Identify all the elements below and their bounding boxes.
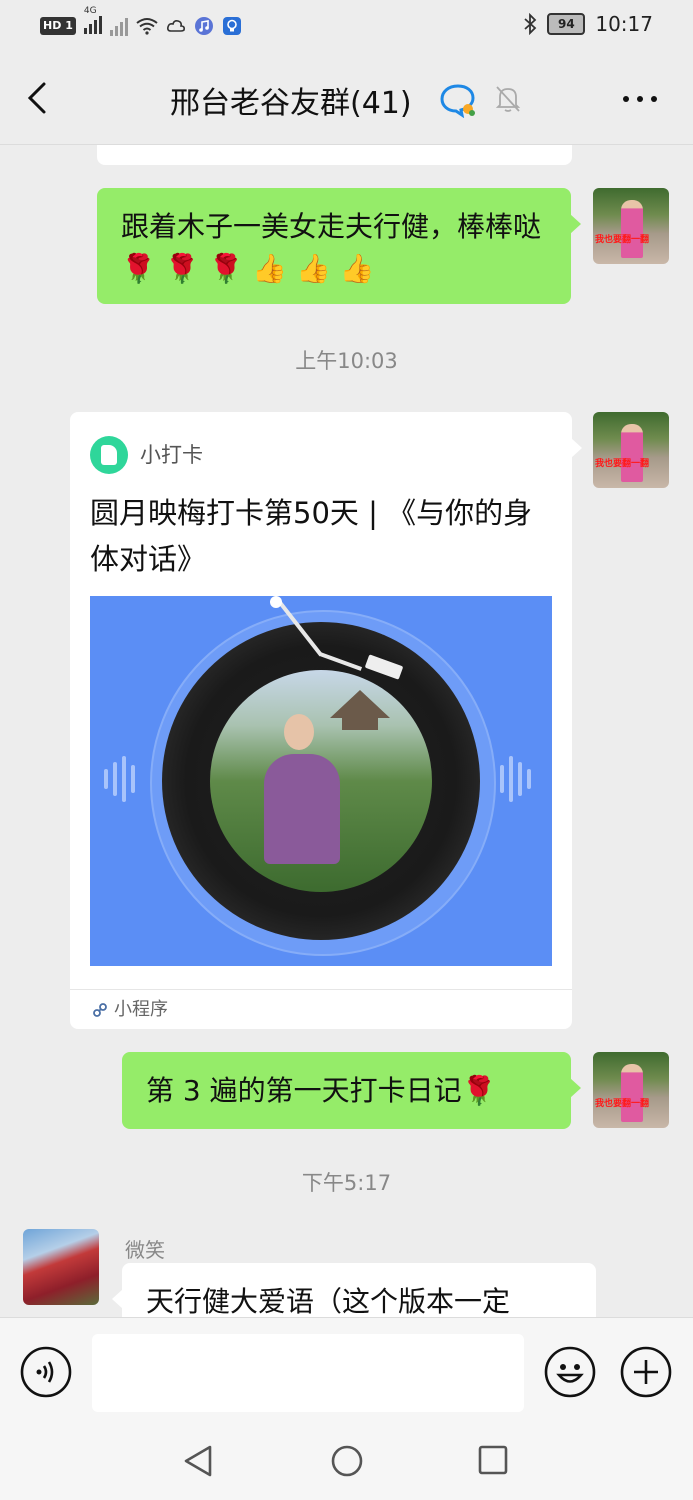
nav-recents-icon[interactable]: [478, 1445, 508, 1475]
message-emojis: 🌹: [461, 1074, 497, 1107]
vinyl-record: [162, 622, 480, 940]
timestamp: 上午10:03: [295, 349, 398, 373]
cover-photo: [210, 670, 432, 892]
mini-program-icon: [93, 1002, 107, 1017]
card-footer-label: 小程序: [114, 998, 168, 1020]
smiley-icon[interactable]: [544, 1346, 596, 1398]
message-bubble-outgoing[interactable]: 跟着木子一美女走夫行健，棒棒哒 🌹 🌹 🌹 👍 👍 👍: [97, 188, 581, 304]
partial-share-card[interactable]: 快手: [97, 145, 572, 165]
sender-name: 微笑: [125, 1238, 165, 1262]
message-text: 跟着木子一美女走夫行健，棒棒哒: [121, 210, 542, 243]
chat-bubble-icon: [440, 84, 475, 118]
bluetooth-icon: [524, 13, 537, 35]
input-bar: [0, 1317, 693, 1425]
card-source: 快手: [153, 145, 195, 153]
back-chevron-icon[interactable]: [22, 80, 54, 116]
message-input[interactable]: [92, 1334, 524, 1412]
bulb-app-icon: [222, 16, 241, 35]
soundwave-left-icon: [104, 756, 135, 802]
wifi-icon: [136, 17, 158, 35]
system-nav-bar: [0, 1424, 693, 1500]
card-footer: 小程序: [70, 989, 572, 1029]
message-bubble-incoming[interactable]: 天行健大爱语（这个版本一定: [112, 1263, 596, 1317]
music-app-icon: [194, 16, 213, 35]
timestamp: 下午5:17: [301, 1171, 392, 1195]
plus-icon[interactable]: [620, 1346, 672, 1398]
battery-indicator: 94: [547, 13, 586, 35]
message-emojis: 🌹 🌹 🌹 👍 👍 👍: [121, 252, 375, 285]
card-app-name: 小打卡: [140, 443, 203, 467]
status-bar: HD 1 4G 94 10:17: [0, 0, 693, 52]
message-bubble-outgoing[interactable]: 第 3 遍的第一天打卡日记🌹: [122, 1052, 581, 1129]
card-cover-image: [90, 596, 552, 966]
nav-home-icon[interactable]: [331, 1445, 363, 1477]
xiaodaka-logo-icon: [90, 436, 128, 474]
status-right: 94 10:17: [523, 12, 653, 36]
message-text: 第 3 遍的第一天打卡日记: [146, 1074, 462, 1107]
voice-icon[interactable]: [20, 1346, 72, 1398]
bell-off-icon[interactable]: [494, 84, 522, 114]
signal-2-icon: [109, 16, 128, 36]
sender-avatar[interactable]: [23, 1229, 99, 1305]
card-title: 圆月映梅打卡第50天 | 《与你的身体对话》: [90, 496, 533, 576]
my-avatar[interactable]: 我也要翻一翻: [593, 1052, 669, 1128]
nav-back-icon[interactable]: [182, 1444, 214, 1478]
my-avatar[interactable]: 我也要翻一翻: [593, 188, 669, 264]
cloud-icon: [166, 19, 185, 32]
soundwave-right-icon: [500, 756, 531, 802]
clock: 10:17: [595, 12, 653, 36]
status-left: HD 1 4G: [40, 6, 242, 37]
hd-badge: HD 1: [40, 16, 76, 35]
signal-icon: 4G: [83, 6, 102, 37]
chat-header: 邢台老谷友群(41): [0, 52, 693, 145]
chat-title: 邢台老谷友群(41): [170, 86, 412, 121]
my-avatar[interactable]: 我也要翻一翻: [593, 412, 669, 488]
mini-program-card[interactable]: 小打卡 圆月映梅打卡第50天 | 《与你的身体对话》 小程序: [70, 412, 582, 1029]
card-header: 小打卡: [90, 434, 203, 476]
more-dots-icon[interactable]: [623, 96, 657, 102]
chat-messages: 快手 跟着木子一美女走夫行健，棒棒哒 🌹 🌹 🌹 👍 👍 👍 我也要翻一翻 上午1…: [0, 145, 693, 1317]
message-text: 天行健大爱语（这个版本一定: [146, 1285, 511, 1317]
